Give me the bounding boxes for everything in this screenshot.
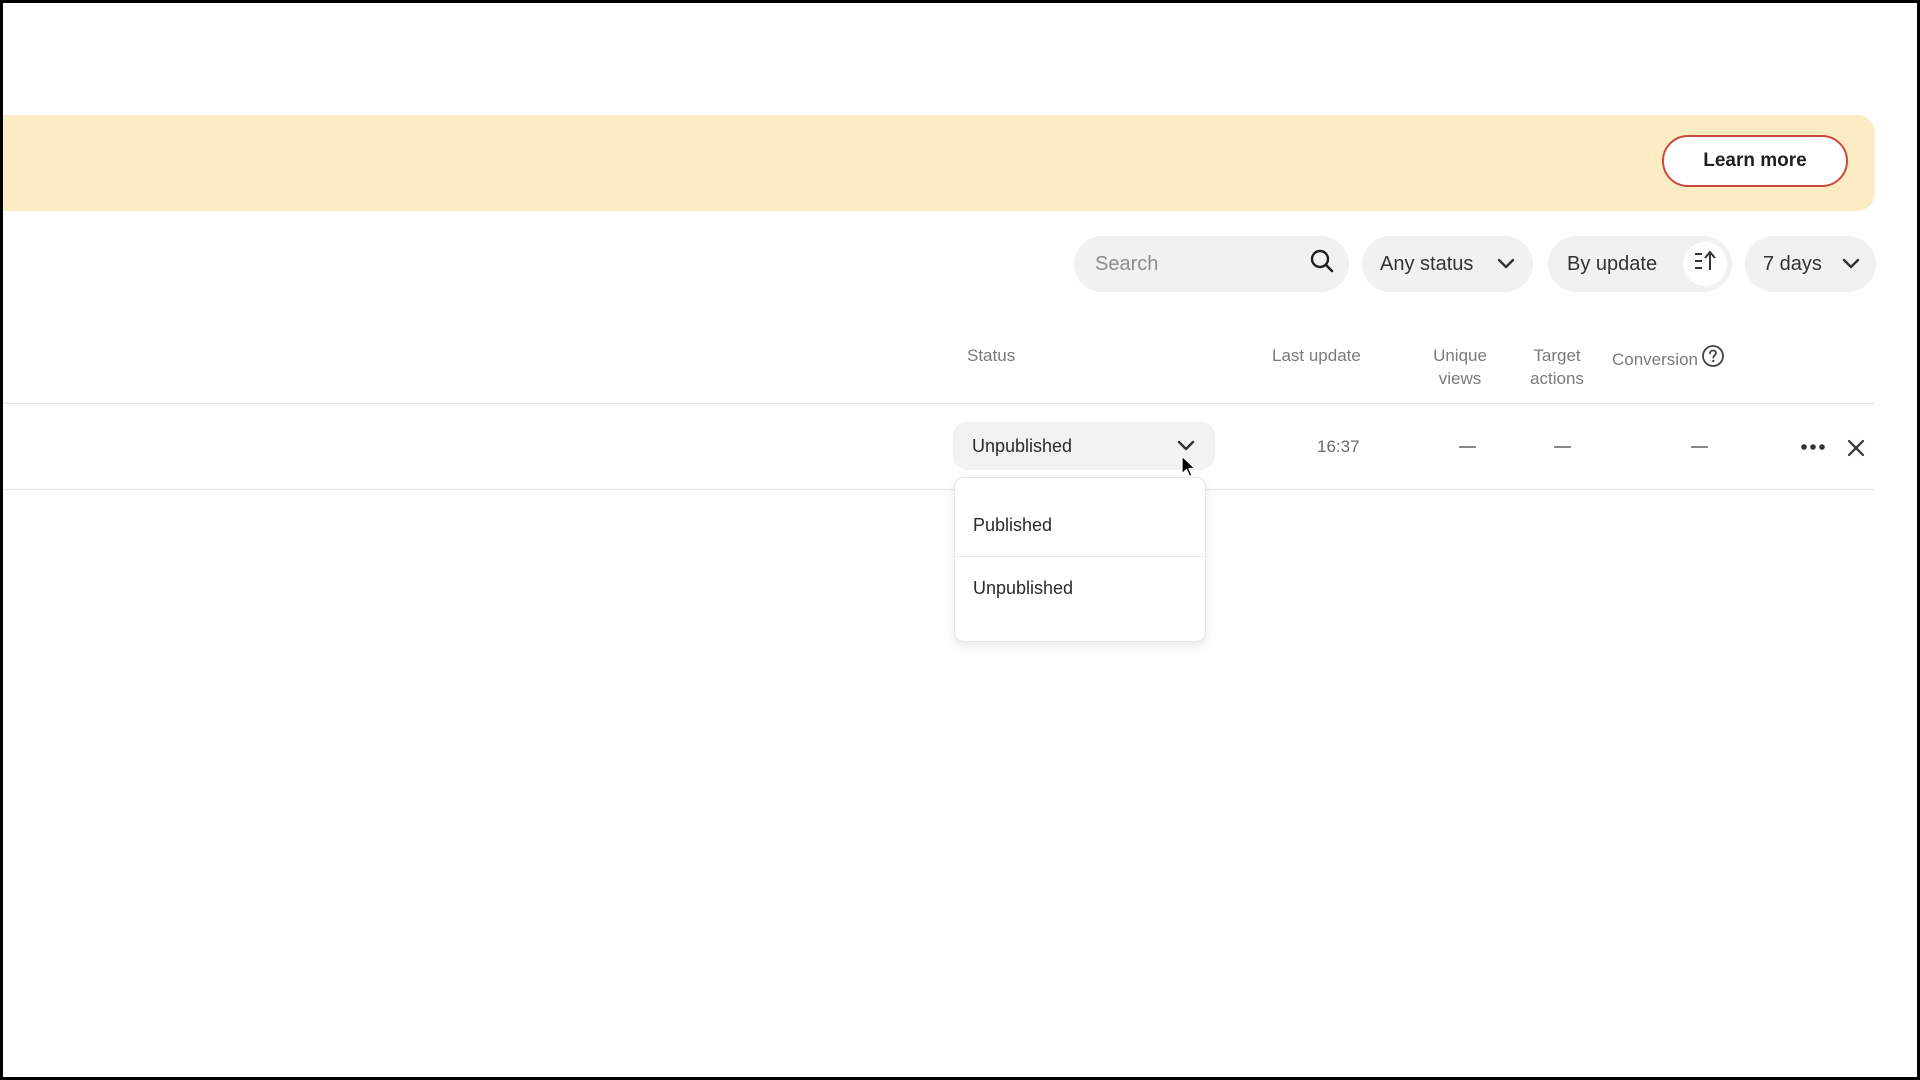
column-header-target-actions: Target actions	[1523, 344, 1591, 390]
sort-direction-button[interactable]	[1683, 242, 1727, 286]
status-dropdown-menu: Published Unpublished	[954, 477, 1206, 642]
row-status-value: Unpublished	[972, 435, 1073, 456]
sort-label: By update	[1567, 252, 1658, 275]
status-filter-dropdown[interactable]: Any status	[1362, 236, 1533, 292]
row-unique-views-empty	[1459, 446, 1476, 448]
search-box[interactable]	[1074, 236, 1349, 292]
column-header-conversion: Conversion	[1612, 344, 1725, 374]
info-banner: Learn more	[3, 115, 1875, 211]
column-header-unique-views-line1: Unique	[1433, 346, 1487, 365]
sort-ascending-icon	[1693, 250, 1717, 278]
table-row-divider	[3, 489, 1875, 490]
dropdown-option-published[interactable]: Published	[955, 494, 1205, 556]
chevron-down-icon	[1497, 253, 1515, 276]
period-filter-dropdown[interactable]: 7 days	[1745, 236, 1876, 292]
mouse-cursor-icon	[1181, 455, 1197, 484]
learn-more-button[interactable]: Learn more	[1662, 135, 1848, 187]
table-header-divider	[3, 403, 1875, 404]
row-conversion-empty	[1691, 446, 1708, 448]
close-icon[interactable]	[1843, 435, 1869, 461]
dropdown-option-unpublished[interactable]: Unpublished	[955, 557, 1205, 619]
page-frame: Learn more Any status By update 7 days	[3, 3, 1917, 1077]
row-status-select[interactable]: Unpublished	[953, 422, 1215, 470]
search-icon[interactable]	[1309, 248, 1335, 280]
status-filter-label: Any status	[1380, 252, 1474, 275]
column-header-unique-views: Unique views	[1426, 344, 1494, 390]
sort-selector[interactable]: By update	[1548, 236, 1732, 292]
row-last-update: 16:37	[1317, 437, 1360, 456]
column-header-status: Status	[967, 346, 1016, 365]
help-circle-icon[interactable]	[1701, 344, 1725, 374]
row-target-actions-empty	[1554, 446, 1571, 448]
period-filter-label: 7 days	[1763, 252, 1822, 275]
search-input[interactable]	[1093, 251, 1297, 277]
column-header-unique-views-line2: views	[1438, 369, 1482, 388]
column-header-conversion-label: Conversion	[1612, 349, 1698, 369]
column-header-last-update: Last update	[1272, 346, 1361, 365]
column-header-target-actions-line2: actions	[1530, 369, 1584, 388]
chevron-down-icon	[1842, 253, 1860, 276]
column-header-target-actions-line1: Target	[1533, 346, 1581, 365]
chevron-down-icon	[1177, 436, 1195, 457]
more-horizontal-icon[interactable]	[1798, 435, 1828, 459]
